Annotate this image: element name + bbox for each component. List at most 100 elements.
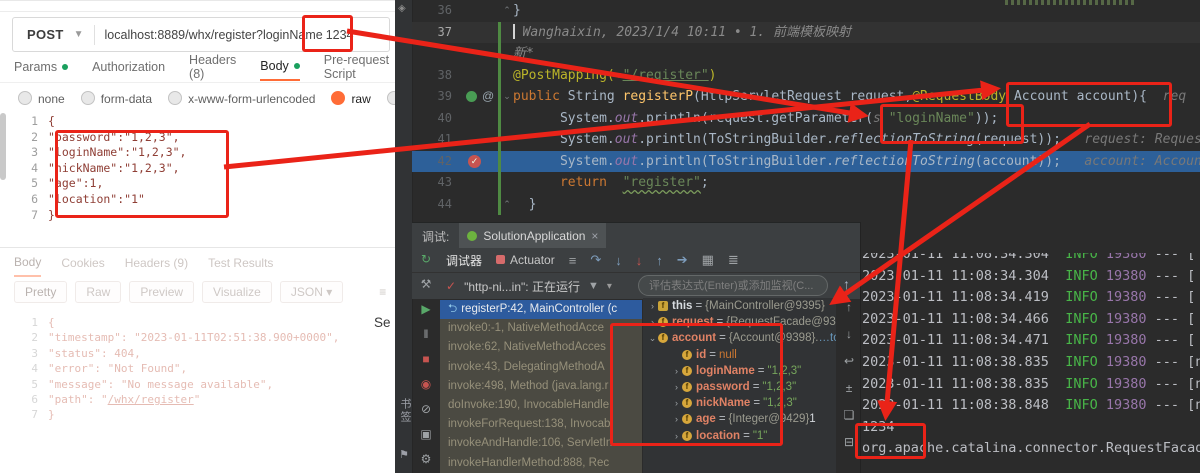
rerun-icon[interactable]: ↻ — [421, 252, 431, 266]
expand-arrow-icon[interactable]: ⌄ — [647, 330, 658, 346]
editor-line[interactable]: 新* — [412, 43, 1200, 65]
expand-arrow-icon[interactable]: › — [647, 314, 658, 330]
editor-line[interactable]: 43 return "register"; — [412, 172, 1200, 194]
frame-row[interactable]: doInvoke:190, InvocableHandle — [440, 396, 642, 415]
scroll-down-icon[interactable]: ↓ — [846, 327, 852, 341]
trash-icon[interactable]: ⊟ — [844, 435, 854, 449]
stop-icon[interactable]: ■ — [422, 352, 429, 366]
evaluate-expression-icon[interactable]: ▦ — [702, 252, 714, 268]
variable-row[interactable]: ›f request={RequestFacade@9397} — [643, 314, 836, 330]
step-out-icon[interactable]: ↑ — [656, 253, 663, 268]
variable-row[interactable]: › f age = {Integer@9429} 1 — [643, 411, 836, 427]
editor-line[interactable]: 38 @PostMapping(▾"/register") — [412, 64, 1200, 86]
frame-row[interactable]: invokeAndHandle:106, ServletIn — [440, 434, 642, 453]
editor-line[interactable]: 42 ✓ System.out.println(ToStringBuilder.r… — [412, 150, 1200, 172]
arrow-up-icon[interactable]: ↑ — [843, 276, 850, 292]
scroll-up-icon[interactable]: ↑ — [846, 300, 852, 314]
method-select[interactable]: POST — [13, 27, 74, 42]
expand-arrow-icon[interactable]: › — [671, 363, 682, 379]
variable-row[interactable]: ⌄f account={Account@9398}.…toString() — [643, 330, 836, 346]
view-raw[interactable]: Raw — [75, 281, 122, 303]
settings-gear-icon[interactable]: ⚙ — [421, 452, 432, 466]
body-mode-xwwwformurlencoded[interactable]: x-www-form-urlencoded — [168, 91, 315, 106]
frame-row[interactable]: invoke0:-1, NativeMethodAcce — [440, 319, 642, 338]
body-mode-none[interactable]: none — [18, 91, 65, 106]
variables-tree[interactable]: › f this = {MainController@9395} › f request = {R… — [643, 298, 836, 473]
expand-arrow-icon[interactable]: › — [671, 411, 682, 427]
request-body-editor[interactable]: 1{2 "password":"1,2,3", 3 "loginName":"1,2,… — [0, 114, 380, 223]
variable-row[interactable]: f id = null — [643, 347, 836, 363]
frame-row[interactable]: invokeHandlerMethod:888, Rec — [440, 454, 642, 473]
bookmark-icon[interactable]: ⚑ — [399, 448, 409, 461]
tab-body[interactable]: Body — [260, 59, 300, 81]
bookmarks-tool-tab[interactable]: 书签 — [397, 398, 413, 424]
mute-breakpoints-icon[interactable]: ⊘ — [421, 402, 431, 416]
expand-arrow-icon[interactable]: › — [671, 395, 682, 411]
close-icon[interactable]: × — [591, 229, 598, 243]
force-step-into-icon[interactable]: ↓ — [636, 253, 643, 268]
breakpoint-verified-icon[interactable]: ✓ — [468, 154, 481, 168]
variable-row[interactable]: › f this = {MainController@9395} — [643, 298, 836, 314]
editor-line[interactable]: 44 ⌃ } — [412, 193, 1200, 216]
snapshot-icon[interactable]: ▣ — [420, 427, 431, 441]
tab-params[interactable]: Params — [14, 59, 69, 81]
frame-row[interactable]: ⮌ registerP:42, MainController (c — [440, 300, 642, 320]
expand-arrow-icon[interactable]: › — [671, 428, 682, 444]
filter-icon[interactable]: ▼ — [588, 280, 599, 292]
body-mode-raw[interactable]: raw — [331, 91, 371, 106]
frame-row[interactable]: invoke:43, DelegatingMethodA — [440, 358, 642, 377]
frame-row[interactable]: invoke:62, NativeMethodAcces — [440, 338, 642, 357]
editor-line[interactable]: 39 @ ⌄ public String registerP(HttpServletR… — [412, 86, 1200, 108]
tab-authorization[interactable]: Authorization — [92, 59, 165, 81]
view-pretty[interactable]: Pretty — [14, 281, 68, 303]
expand-all-icon[interactable]: ± — [846, 381, 853, 395]
chevron-down-icon[interactable]: ▾ — [607, 281, 612, 292]
run-endpoint-icon[interactable] — [466, 91, 477, 102]
variable-row[interactable]: › f location = "1" — [643, 428, 836, 444]
wrap-lines-icon[interactable]: ≡ — [379, 285, 386, 299]
frame-row[interactable]: invoke:498, Method (java.lang.r — [440, 377, 642, 396]
variable-row[interactable]: › f loginName = "1,2,3" — [643, 363, 836, 379]
step-over-icon[interactable]: ↷ — [590, 252, 601, 268]
pause-icon[interactable]: ‖ — [424, 327, 429, 341]
editor-line[interactable]: 40 System.out.println(request.getParamet… — [412, 107, 1200, 129]
response-tab-cookies[interactable]: Cookies — [61, 255, 104, 277]
resume-icon[interactable]: ▶ — [421, 302, 430, 316]
response-tab-body[interactable]: Body — [14, 255, 42, 277]
layout-settings-icon[interactable]: ≣ — [728, 252, 739, 268]
tab-pre-request-script[interactable]: Pre-request Script — [324, 53, 395, 81]
url-loginname-value[interactable]: 1234 — [323, 28, 357, 42]
soft-wrap-icon[interactable]: ↩ — [844, 354, 854, 368]
evaluate-expression-input[interactable]: 评估表达式(Enter)或添加监视(C... — [638, 275, 828, 296]
format-select[interactable]: JSON ▾ — [279, 281, 344, 303]
url-input[interactable]: localhost:8889/whx/register?loginName — [105, 28, 323, 42]
debug-tab-debugger[interactable]: 调试器 — [446, 252, 482, 269]
view-visualize[interactable]: Visualize — [202, 281, 272, 303]
chevron-down-icon[interactable]: ▼ — [74, 29, 84, 40]
fold-icon[interactable]: ⌃ — [501, 194, 513, 216]
run-to-cursor-icon[interactable]: ➔ — [677, 252, 688, 268]
step-into-icon[interactable]: ↓ — [615, 253, 622, 268]
print-icon[interactable]: ❏ — [844, 408, 855, 422]
console-output[interactable]: 2023-01-11 11:08:34.304 INFO 19380 --- [… — [862, 253, 1200, 473]
response-tab-headers-9-[interactable]: Headers (9) — [125, 255, 188, 277]
run-config-tab[interactable]: SolutionApplication × — [459, 223, 607, 249]
variable-row[interactable]: › f password = "1,2,3" — [643, 379, 836, 395]
hamburger-icon[interactable]: ≡ — [569, 253, 577, 268]
editor-line[interactable]: 37 Wanghaixin, 2023/1/4 10:11 • 1. 前端模板映射 — [412, 21, 1200, 43]
frame-row[interactable]: invokeForRequest:138, Invocab — [440, 415, 642, 434]
expand-arrow-icon[interactable]: › — [671, 379, 682, 395]
scrollbar[interactable] — [0, 113, 6, 180]
code-editor[interactable]: 36 ⌃} 37 Wanghaixin, 2023/1/4 10:11 • 1. 前端… — [412, 0, 1200, 222]
structure-icon[interactable]: ◈ — [398, 3, 406, 14]
thread-status[interactable]: "http-ni...in": 正在运行 — [464, 278, 580, 295]
editor-line[interactable]: 41 System.out.println(ToStringBuilder.re… — [412, 129, 1200, 151]
expand-arrow-icon[interactable]: › — [647, 298, 658, 314]
frames-list[interactable]: ⮌ registerP:42, MainController (c invoke0:… — [440, 300, 642, 473]
response-tab-test-results[interactable]: Test Results — [208, 255, 273, 277]
tab-headers-8-[interactable]: Headers (8) — [189, 53, 236, 81]
view-preview[interactable]: Preview — [129, 281, 195, 303]
view-breakpoints-icon[interactable]: ◉ — [421, 377, 431, 391]
wrench-icon[interactable]: ⚒ — [421, 277, 432, 291]
body-mode-formdata[interactable]: form-data — [80, 91, 152, 106]
